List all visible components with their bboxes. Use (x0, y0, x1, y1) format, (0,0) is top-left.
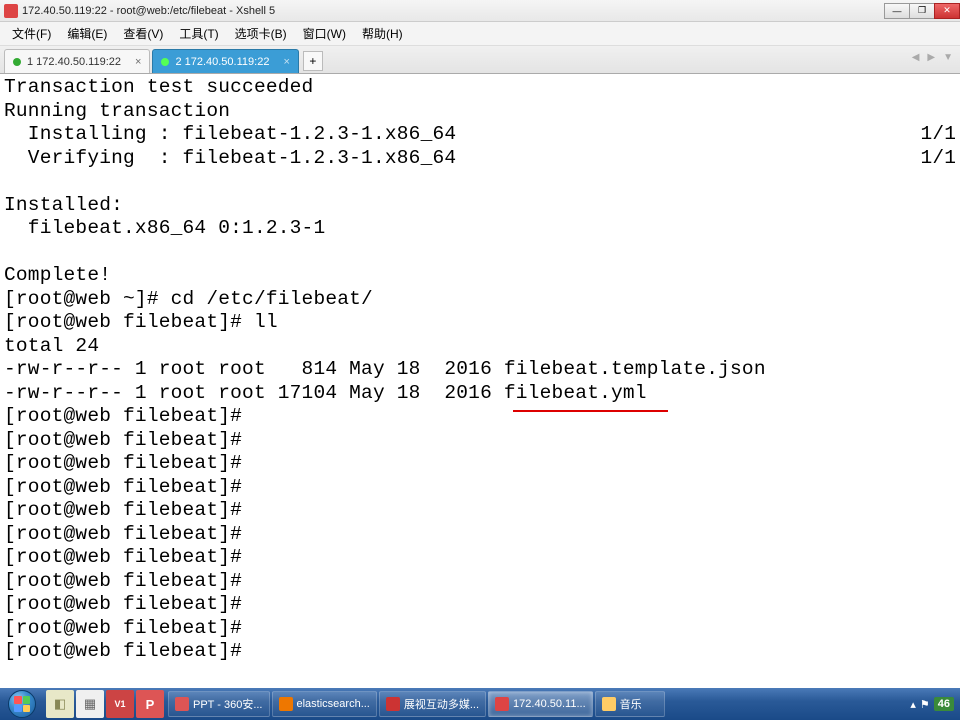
menu-tools[interactable]: 工具(T) (173, 23, 224, 44)
tab-nav: ◀ ▶ ▼ (909, 52, 956, 63)
start-button[interactable] (0, 688, 44, 720)
tray-chevron-icon[interactable]: ▴ (910, 698, 916, 711)
video-icon (386, 697, 400, 711)
pinned-app[interactable]: ◧ (46, 690, 74, 718)
menu-window[interactable]: 窗口(W) (297, 23, 352, 44)
tab-session-1[interactable]: 1 172.40.50.119:22 × (4, 49, 150, 73)
status-dot-icon (13, 58, 21, 66)
app-icon (4, 4, 18, 18)
close-button[interactable]: ✕ (934, 3, 960, 19)
tab-label: 1 172.40.50.119:22 (27, 56, 121, 68)
taskbar-item-firefox[interactable]: elasticsearch... (272, 691, 377, 717)
terminal-output[interactable]: Transaction test succeeded Running trans… (0, 74, 960, 664)
tab-close-icon[interactable]: × (283, 56, 289, 68)
xshell-icon (495, 697, 509, 711)
status-dot-icon (161, 58, 169, 66)
task-label: 音乐 (620, 696, 642, 712)
windows-logo-icon (8, 690, 36, 718)
new-tab-button[interactable]: + (303, 51, 323, 71)
tab-next-icon[interactable]: ▶ (924, 52, 938, 63)
ppt-icon (175, 697, 189, 711)
task-label: elasticsearch... (297, 698, 370, 710)
menu-bar: 文件(F) 编辑(E) 查看(V) 工具(T) 选项卡(B) 窗口(W) 帮助(… (0, 22, 960, 46)
menu-file[interactable]: 文件(F) (6, 23, 57, 44)
taskbar-item-ppt[interactable]: PPT - 360安... (168, 691, 270, 717)
window-title: 172.40.50.119:22 - root@web:/etc/filebea… (22, 5, 885, 17)
window-controls: — ❐ ✕ (885, 3, 960, 19)
pinned-app-vnc[interactable]: V1 (106, 690, 134, 718)
tab-close-icon[interactable]: × (135, 56, 141, 68)
pinned-app-ppt[interactable]: P (136, 690, 164, 718)
annotation-underline (513, 410, 668, 412)
tab-menu-icon[interactable]: ▼ (940, 52, 956, 63)
taskbar-item-music[interactable]: 音乐 (595, 691, 665, 717)
taskbar-item-xshell[interactable]: 172.40.50.11... (488, 691, 593, 717)
menu-edit[interactable]: 编辑(E) (61, 23, 113, 44)
maximize-button[interactable]: ❐ (909, 3, 935, 19)
tab-prev-icon[interactable]: ◀ (909, 52, 923, 63)
tab-session-2[interactable]: 2 172.40.50.119:22 × (152, 49, 298, 73)
tab-bar: 1 172.40.50.119:22 × 2 172.40.50.119:22 … (0, 46, 960, 74)
task-label: PPT - 360安... (193, 696, 263, 712)
firefox-icon (279, 697, 293, 711)
system-tray[interactable]: ▴ ⚑ 46 (904, 697, 960, 711)
folder-icon (602, 697, 616, 711)
title-bar: 172.40.50.119:22 - root@web:/etc/filebea… (0, 0, 960, 22)
menu-help[interactable]: 帮助(H) (356, 23, 409, 44)
menu-view[interactable]: 查看(V) (117, 23, 169, 44)
task-label: 172.40.50.11... (513, 698, 586, 710)
minimize-button[interactable]: — (884, 3, 910, 19)
tray-flag-icon[interactable]: ⚑ (920, 698, 930, 711)
menu-tabs[interactable]: 选项卡(B) (229, 23, 293, 44)
pinned-app[interactable]: ▦ (76, 690, 104, 718)
pinned-apps: ◧ ▦ V1 P (44, 690, 166, 718)
taskbar-item-video[interactable]: 展视互动多媒... (379, 691, 486, 717)
tray-badge[interactable]: 46 (934, 697, 954, 711)
task-label: 展视互动多媒... (404, 696, 479, 712)
windows-taskbar: ◧ ▦ V1 P PPT - 360安... elasticsearch... … (0, 688, 960, 720)
tab-label: 2 172.40.50.119:22 (175, 56, 269, 68)
